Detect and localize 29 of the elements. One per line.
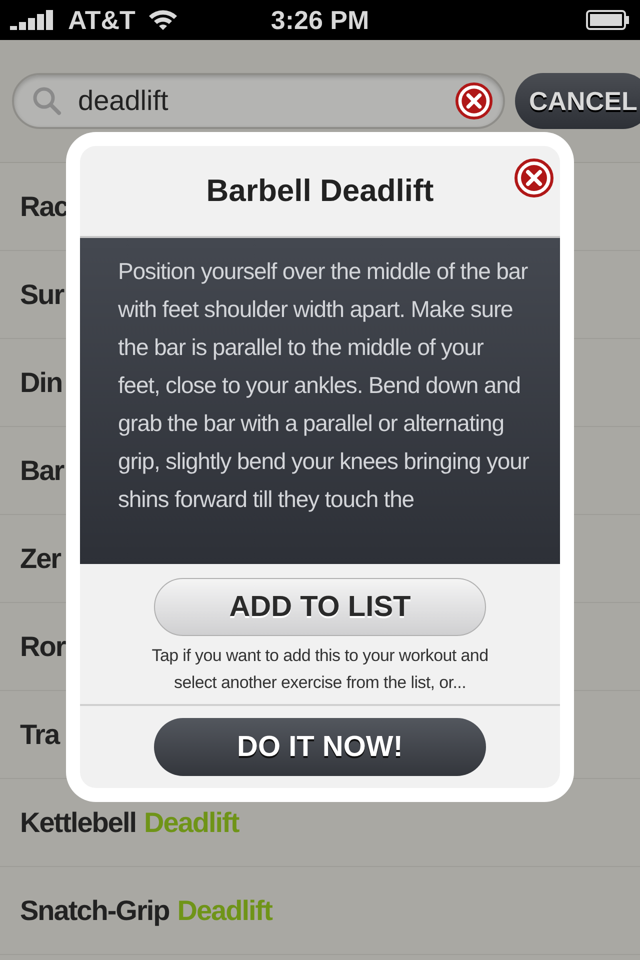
close-button[interactable] <box>514 158 554 198</box>
exercise-description: Position yourself over the middle of the bar with feet shoulder width apart. Make sure the bar is parallel to the middle of your feet, close to your ankles. Bend down and grab the bar with a parallel or alternating grip, slightly bend your knees bringing your shins forward till they touch the <box>80 238 560 564</box>
search-bar[interactable]: deadlift <box>12 73 505 129</box>
add-to-list-button[interactable]: ADD TO LIST <box>154 578 486 636</box>
exercise-name: Kettlebell <box>20 806 136 838</box>
hint-text: Tap if you want to add this to your workout and select another exercise from the list, or... <box>150 645 490 694</box>
status-time: 3:26 PM <box>270 4 370 36</box>
exercise-name: Rac <box>20 190 68 222</box>
search-input[interactable]: deadlift <box>76 84 441 118</box>
exercise-name: Zer <box>20 542 61 574</box>
battery-icon <box>586 9 630 31</box>
wifi-icon <box>147 8 180 32</box>
result-row[interactable]: Snatch-Grip Deadlift <box>0 867 640 955</box>
exercise-name: Tra <box>20 718 60 750</box>
dialog-title: Barbell Deadlift <box>206 173 434 209</box>
signal-icon <box>10 10 56 30</box>
exercise-name: Snatch-Grip <box>20 894 170 926</box>
cancel-button[interactable]: CANCEL <box>515 73 640 129</box>
search-icon <box>32 86 62 116</box>
matched-term: Deadlift <box>177 894 272 926</box>
clear-icon <box>455 82 493 120</box>
exercise-name: Bar <box>20 454 64 486</box>
exercise-name: Ror <box>20 630 66 662</box>
exercise-name: Sur <box>20 278 64 310</box>
carrier-name: AT&T <box>68 4 136 36</box>
matched-term: Deadlift <box>144 806 239 838</box>
do-it-now-button[interactable]: DO IT NOW! <box>154 718 486 776</box>
close-icon <box>514 158 554 198</box>
exercise-name: Din <box>20 366 62 398</box>
